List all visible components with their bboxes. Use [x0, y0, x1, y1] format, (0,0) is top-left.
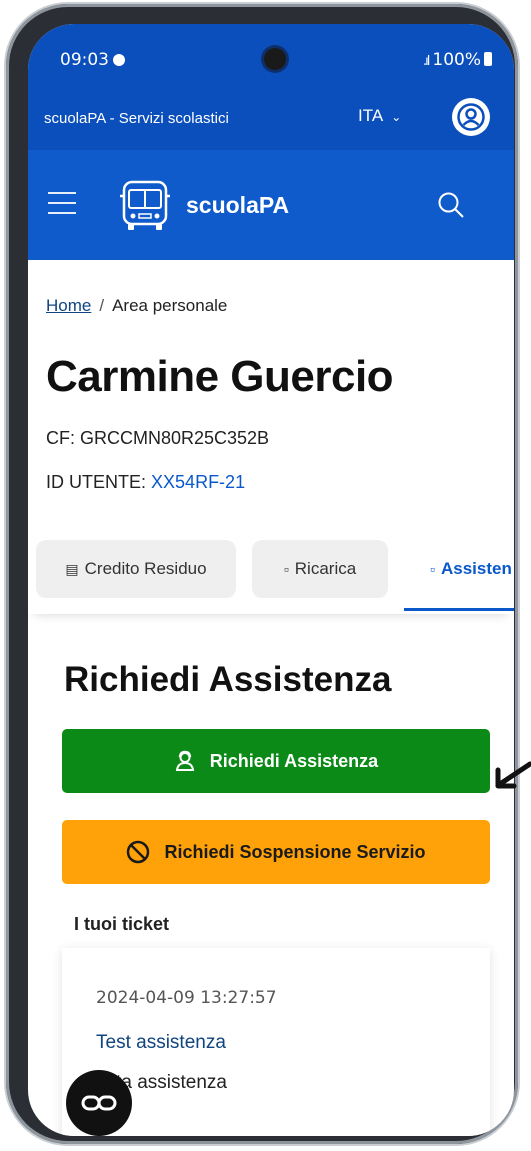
user-icon: [457, 103, 485, 131]
request-assistance-button[interactable]: Richiedi Assistenza: [62, 729, 490, 793]
user-account-button[interactable]: [452, 98, 490, 136]
active-tab-indicator: [404, 608, 514, 611]
breadcrumb: Home / Area personale: [46, 296, 227, 316]
document-icon: ▫: [283, 561, 289, 577]
phone-frame: 09:03 .ıl 100% scuolaPA - Servizi scolast…: [6, 4, 518, 1144]
chevron-down-icon: ⌄: [391, 110, 402, 124]
menu-icon[interactable]: [48, 192, 76, 222]
section-title: Richiedi Assistenza: [64, 660, 392, 699]
spotify-icon: [113, 54, 125, 66]
top-bar: scuolaPA - Servizi scolastici ITA ⌄: [28, 98, 514, 150]
tickets-title: I tuoi ticket: [74, 914, 170, 934]
button-label: Richiedi Assistenza: [209, 750, 379, 771]
site-name[interactable]: scuolaPA - Servizi scolastici: [44, 110, 229, 127]
tab-label: Ricarica: [294, 559, 357, 578]
status-bar: 09:03 .ıl 100%: [28, 24, 514, 98]
accessibility-fab[interactable]: [66, 1070, 132, 1136]
signal-icon: .ıl: [423, 54, 431, 69]
user-id-label: ID UTENTE:: [46, 472, 147, 492]
breadcrumb-current: Area personale: [112, 296, 228, 315]
status-battery: .ıl 100%: [423, 50, 492, 70]
language-label: ITA: [358, 106, 384, 125]
support-agent-icon: [174, 750, 196, 772]
user-id-value: XX54RF-21: [151, 472, 246, 492]
tab-label: Credito Residuo: [84, 559, 207, 578]
tab-credito-residuo[interactable]: ▤ Credito Residuo: [36, 540, 236, 598]
fiscal-code: CF: GRCCMN80R25C352B: [46, 428, 270, 448]
page-title: Carmine Guercio: [46, 352, 394, 401]
ticket-title-link[interactable]: Test assistenza: [96, 1032, 226, 1054]
battery-icon: [484, 52, 492, 66]
user-id: ID UTENTE: XX54RF-21: [46, 472, 245, 493]
search-icon[interactable]: [436, 190, 466, 225]
brand-name[interactable]: scuolaPA: [186, 192, 289, 219]
breadcrumb-home-link[interactable]: Home: [46, 296, 91, 315]
button-label: Richiedi Sospensione Servizio: [164, 841, 426, 862]
language-selector[interactable]: ITA ⌄: [358, 106, 401, 126]
bus-logo-icon: [116, 176, 174, 239]
annotation-arrow: [492, 758, 531, 797]
breadcrumb-separator: /: [99, 296, 105, 315]
main-header: scuolaPA: [28, 150, 514, 260]
tab-assistenza[interactable]: ▫ Assisten: [404, 540, 514, 598]
front-camera: [264, 48, 286, 70]
status-time: 09:03: [60, 50, 125, 70]
document-icon: ▫: [430, 561, 435, 577]
block-icon: [126, 840, 150, 864]
ticket-date: 2024-04-09 13:27:57: [96, 988, 277, 1008]
phone-screen: 09:03 .ıl 100% scuolaPA - Servizi scolast…: [28, 24, 514, 1136]
tab-ricarica[interactable]: ▫ Ricarica: [252, 540, 388, 598]
link-icon: [81, 1095, 117, 1111]
tab-bar: ▤ Credito Residuo ▫ Ricarica ▫ Assisten: [28, 532, 514, 614]
request-suspension-button[interactable]: Richiedi Sospensione Servizio: [62, 820, 490, 884]
wallet-icon: ▤: [65, 560, 79, 577]
tab-label: Assisten: [440, 559, 512, 578]
